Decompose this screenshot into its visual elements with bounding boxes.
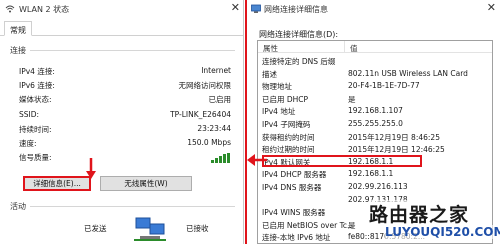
row-label: IPv6 连接:	[19, 81, 55, 90]
property-name: 描述	[262, 69, 277, 79]
property-value: 192.168.1.107	[348, 106, 403, 116]
property-value: 20-F4-1B-1E-7D-77	[348, 81, 420, 91]
list-item[interactable]: IPv4 DNS 服务器 202.99.216.113	[258, 181, 492, 193]
list-item[interactable]: 租约过期的时间 2015年12月19日 12:46:25	[258, 143, 492, 155]
property-name: 已启用 NetBIOS over Tc...	[262, 220, 355, 230]
property-name: IPv4 WINS 服务器	[262, 208, 326, 218]
property-value: 255.255.255.0	[348, 119, 403, 128]
row-label: SSID:	[19, 110, 40, 119]
property-value: 802.11n USB Wireless LAN Card	[348, 68, 468, 78]
property-name: IPv4 地址	[262, 107, 296, 117]
gateway-highlight-box	[262, 154, 422, 167]
property-name: 获得租约的时间	[262, 132, 315, 142]
property-value: 是	[348, 94, 356, 104]
row-label: 持续时间:	[19, 125, 52, 134]
row-label: 速度:	[19, 139, 37, 148]
list-item[interactable]: IPv4 子网掩码 255.255.255.0	[258, 118, 492, 130]
window-title: 网络连接详细信息	[264, 5, 328, 14]
property-name: 连接-本地 IPv6 地址	[262, 233, 331, 243]
ipv6-connectivity-row: IPv6 连接: 无网络访问权限	[19, 80, 231, 92]
details-button[interactable]: 详细信息(E)...	[23, 176, 91, 191]
row-value: 已启用	[208, 95, 232, 104]
activity-section-label: 活动	[10, 202, 26, 211]
received-label: 已接收	[186, 224, 209, 233]
wifi-icon	[5, 5, 15, 13]
row-label: IPv4 连接:	[19, 67, 55, 76]
row-value: 150.0 Mbps	[187, 138, 231, 147]
title-bar: 网络连接详细信息 ✕	[247, 0, 500, 18]
divider	[30, 50, 235, 51]
sent-label: 已发送	[84, 224, 107, 233]
tab-general[interactable]: 常规	[4, 21, 32, 36]
row-value: 无网络访问权限	[178, 81, 232, 90]
details-caption: 网络连接详细信息(D):	[259, 30, 339, 39]
column-divider[interactable]	[344, 41, 345, 53]
tab-bar: 常规	[0, 18, 243, 36]
property-name: IPv4 DNS 服务器	[262, 183, 322, 192]
window-title: WLAN 2 状态	[19, 5, 70, 14]
property-value: 202.99.216.113	[348, 182, 408, 191]
row-value: TP-LINK_E26404	[170, 110, 231, 119]
watermark-main-text: 路由器之家	[369, 200, 470, 227]
list-item[interactable]: 连接特定的 DNS 后缀	[258, 55, 492, 67]
red-arrow-left-icon	[247, 154, 267, 166]
network-icon	[251, 4, 261, 13]
wireless-properties-button[interactable]: 无线属性(W)	[100, 176, 192, 191]
media-state-row: 媒体状态: 已启用	[19, 94, 231, 106]
list-item[interactable]: 获得租约的时间 2015年12月19日 8:46:25	[258, 131, 492, 143]
property-value: 192.168.1.1	[348, 169, 394, 179]
list-item[interactable]: IPv4 地址 192.168.1.107	[258, 105, 492, 117]
list-item[interactable]: IPv4 DHCP 服务器 192.168.1.1	[258, 168, 492, 180]
speed-row: 速度: 150.0 Mbps	[19, 138, 231, 150]
property-name: 已启用 DHCP	[262, 94, 309, 104]
signal-strength-icon	[211, 153, 231, 163]
property-value: 2015年12月19日 8:46:25	[348, 132, 440, 142]
row-value: Internet	[201, 66, 231, 75]
ssid-row: SSID: TP-LINK_E26404	[19, 110, 231, 122]
title-bar: WLAN 2 状态 ✕	[0, 0, 243, 18]
list-item[interactable]: 描述 802.11n USB Wireless LAN Card	[258, 68, 492, 80]
column-header-property[interactable]: 属性	[263, 43, 278, 54]
network-activity-icon	[134, 217, 166, 241]
column-header-value[interactable]: 值	[350, 43, 358, 54]
ipv4-connectivity-row: IPv4 连接: Internet	[19, 66, 231, 78]
wlan-status-window: WLAN 2 状态 ✕ 常规 连接 IPv4 连接: Internet IPv6…	[0, 0, 244, 244]
property-name: 物理地址	[262, 82, 292, 92]
list-item[interactable]: 物理地址 20-F4-1B-1E-7D-77	[258, 80, 492, 92]
close-icon[interactable]: ✕	[487, 1, 496, 14]
duration-row: 持续时间: 23:23:44	[19, 124, 231, 136]
close-icon[interactable]: ✕	[231, 1, 240, 14]
row-label: 信号质量:	[19, 153, 52, 162]
connection-section-label: 连接	[10, 46, 26, 55]
signal-quality-row: 信号质量:	[19, 152, 231, 164]
property-name: IPv4 DHCP 服务器	[262, 170, 327, 180]
property-value: 2015年12月19日 12:46:25	[348, 145, 445, 155]
divider	[30, 206, 235, 207]
watermark-url-text: LUYOUQI520.COM	[385, 225, 500, 239]
watermark: 路由器之家 LUYOUQI520.COM	[355, 198, 500, 244]
property-name: IPv4 子网掩码	[262, 120, 311, 129]
row-label: 媒体状态:	[19, 95, 52, 104]
property-name: 连接特定的 DNS 后缀	[262, 57, 336, 66]
row-value: 23:23:44	[197, 124, 231, 133]
list-header: 属性 值	[258, 41, 492, 54]
list-item[interactable]: 已启用 DHCP 是	[258, 93, 492, 105]
property-name: 租约过期的时间	[262, 145, 315, 155]
